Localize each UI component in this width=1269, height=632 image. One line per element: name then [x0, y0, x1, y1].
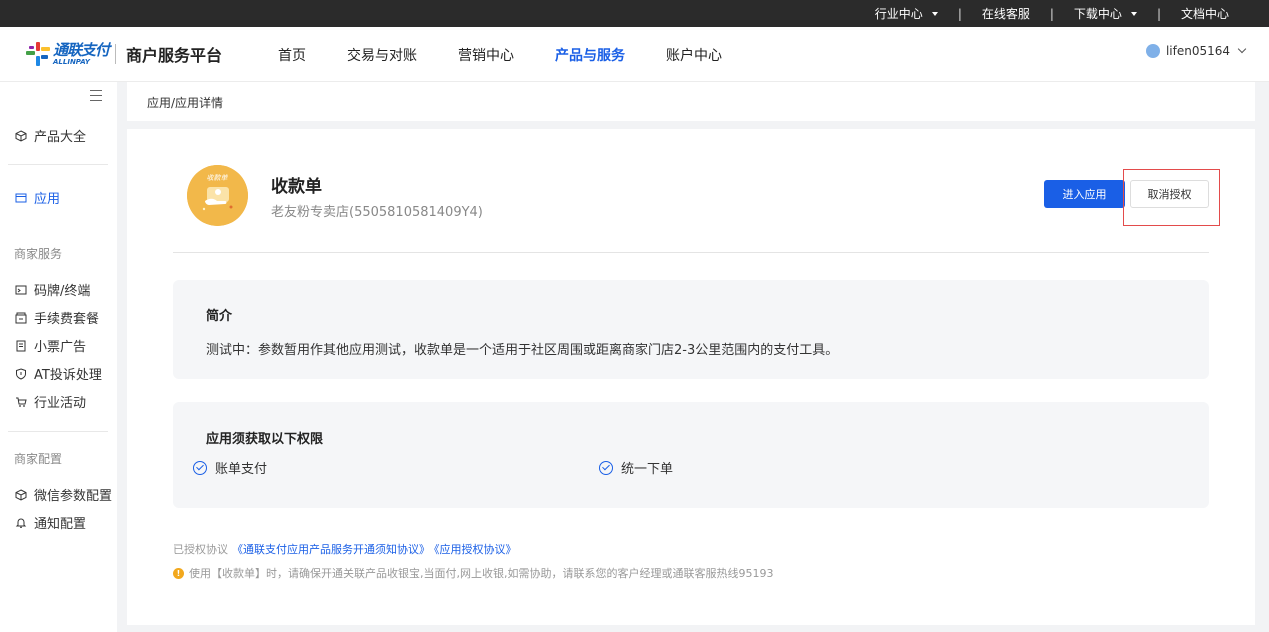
online-support-label: 在线客服: [981, 7, 1030, 21]
app-logo: 收款单: [187, 165, 248, 226]
agreements-prefix: 已授权协议: [173, 543, 228, 556]
cart-icon: [14, 395, 27, 408]
intro-title: 简介: [206, 309, 233, 324]
username: lifen05164: [1165, 44, 1230, 58]
sidebar-item-terminal[interactable]: 码牌/终端: [14, 280, 90, 299]
nav-item-products-services[interactable]: 产品与服务: [555, 45, 625, 65]
main-nav: 首页 交易与对账 营销中心 产品与服务 账户中心: [278, 45, 722, 65]
permission-item: 账单支付: [193, 458, 267, 477]
usage-notice: ! 使用【收款单】时，请确保开通关联产品收银宝,当面付,网上收银,如需协助，请联…: [173, 565, 773, 581]
fee-package-icon: [14, 311, 27, 324]
cube-icon: [14, 488, 27, 501]
sidebar-item-label: 手续费套餐: [34, 312, 100, 327]
shield-icon: [14, 367, 27, 380]
box-icon: [14, 129, 27, 142]
intro-text: 测试中：参数暂用作其他应用测试，收款单是一个适用于社区周围或距离商家门店2-3公…: [206, 343, 839, 358]
chevron-down-icon: [1237, 44, 1247, 54]
sidebar-divider: [8, 164, 108, 165]
app-name: 收款单: [271, 177, 322, 197]
sidebar-item-industry-activities[interactable]: 行业活动: [14, 392, 86, 411]
logo-divider: [115, 44, 116, 64]
authorized-agreements: 已授权协议 《通联支付应用产品服务开通须知协议》 《应用授权协议》: [173, 541, 517, 557]
sidebar-item-products[interactable]: 产品大全: [14, 126, 86, 145]
divider: [173, 252, 1209, 253]
sidebar-item-label: 通知配置: [34, 517, 87, 532]
industry-center-menu[interactable]: 行业中心: [875, 5, 938, 22]
logo-text: 通联支付 ALLINPAY: [53, 40, 110, 66]
permission-label: 统一下单: [621, 462, 674, 477]
revoke-authorization-button[interactable]: 取消授权: [1130, 180, 1209, 208]
download-center-label: 下载中心: [1073, 7, 1122, 21]
check-circle-icon: [599, 460, 613, 475]
breadcrumb-bar: 应用/应用详情: [127, 82, 1255, 121]
caret-down-icon: [1130, 11, 1137, 16]
app-detail-card: 收款单 收款单 老友粉专卖店(5505810581409Y4) 进入应用 取消授…: [127, 129, 1255, 625]
check-circle-icon: [193, 460, 207, 475]
topbar-separator: |: [957, 6, 962, 21]
nav-item-home[interactable]: 首页: [278, 45, 306, 65]
receipt-icon: [14, 339, 27, 352]
service-agreement-link[interactable]: 《通联支付应用产品服务开通须知协议》: [232, 543, 430, 556]
notice-text: 使用【收款单】时，请确保开通关联产品收银宝,当面付,网上收银,如需协助，请联系您…: [189, 567, 774, 580]
sidebar-item-receipt-ads[interactable]: 小票广告: [14, 336, 86, 355]
permission-label: 账单支付: [215, 462, 268, 477]
sidebar-item-fee-package[interactable]: 手续费套餐: [14, 308, 99, 327]
nav-item-account[interactable]: 账户中心: [666, 45, 722, 65]
sidebar-item-label: AT投诉处理: [34, 368, 102, 383]
permissions-panel: 应用须获取以下权限 账单支付 统一下单: [173, 402, 1209, 508]
allinpay-logo-icon: [26, 42, 50, 66]
caret-down-icon: [931, 11, 938, 16]
download-center-menu[interactable]: 下载中心: [1074, 5, 1137, 22]
hand-coin-icon: 收款单: [187, 165, 248, 226]
sidebar-item-label: 码牌/终端: [34, 284, 91, 299]
top-utility-bar: 行业中心 | 在线客服 | 下载中心 | 文档中心: [0, 0, 1269, 27]
doc-center-link[interactable]: 文档中心: [1181, 5, 1229, 22]
allinpay-logo[interactable]: 通联支付 ALLINPAY: [26, 40, 110, 67]
sidebar-item-label: 微信参数配置: [34, 489, 113, 504]
sidebar-item-label: 小票广告: [34, 340, 87, 355]
sidebar-item-notification-config[interactable]: 通知配置: [14, 513, 86, 532]
section-merchant-config: 商家配置: [14, 452, 63, 466]
enter-app-button[interactable]: 进入应用: [1044, 180, 1125, 208]
industry-center-label: 行业中心: [874, 7, 923, 21]
warning-icon: !: [173, 567, 184, 579]
user-avatar-icon: [1145, 44, 1160, 58]
app-window-icon: [14, 191, 27, 204]
app-logo-text: 收款单: [207, 174, 229, 182]
sidebar-item-label: 产品大全: [34, 130, 87, 145]
logo-english-text: ALLINPAY: [53, 57, 90, 66]
bell-icon: [14, 516, 27, 529]
terminal-icon: [14, 283, 27, 296]
sidebar-item-wechat-config[interactable]: 微信参数配置: [14, 485, 112, 504]
main-header: 通联支付 ALLINPAY 商户服务平台 首页 交易与对账 营销中心 产品与服务…: [0, 27, 1269, 82]
nav-item-marketing[interactable]: 营销中心: [458, 45, 514, 65]
nav-item-transactions[interactable]: 交易与对账: [347, 45, 417, 65]
sidebar-item-label: 应用: [34, 192, 61, 207]
app-store-name: 老友粉专卖店(5505810581409Y4): [271, 205, 483, 220]
sidebar-item-apps[interactable]: 应用: [14, 188, 60, 207]
user-menu[interactable]: lifen05164: [1145, 44, 1247, 58]
sidebar-divider: [8, 431, 108, 432]
section-merchant-service: 商家服务: [14, 247, 63, 261]
menu-toggle-icon[interactable]: [90, 90, 102, 105]
logo-chinese-text: 通联支付: [53, 40, 110, 59]
sidebar-item-complaints[interactable]: AT投诉处理: [14, 364, 102, 383]
sidebar: 产品大全 应用 商家服务 码牌/终端 手续费套餐 小票广告 AT投诉处理 行业活…: [0, 82, 117, 632]
permission-item: 统一下单: [599, 458, 673, 477]
breadcrumb[interactable]: 应用/应用详情: [147, 94, 223, 111]
permissions-title: 应用须获取以下权限: [206, 432, 324, 447]
topbar-separator: |: [1049, 6, 1054, 21]
doc-center-label: 文档中心: [1180, 7, 1229, 21]
sidebar-item-label: 行业活动: [34, 396, 87, 411]
topbar-separator: |: [1156, 6, 1161, 21]
authorization-agreement-link[interactable]: 《应用授权协议》: [434, 543, 517, 556]
online-support-link[interactable]: 在线客服: [982, 5, 1030, 22]
platform-title: 商户服务平台: [126, 46, 223, 65]
intro-panel: 简介 测试中：参数暂用作其他应用测试，收款单是一个适用于社区周围或距离商家门店2…: [173, 280, 1209, 379]
